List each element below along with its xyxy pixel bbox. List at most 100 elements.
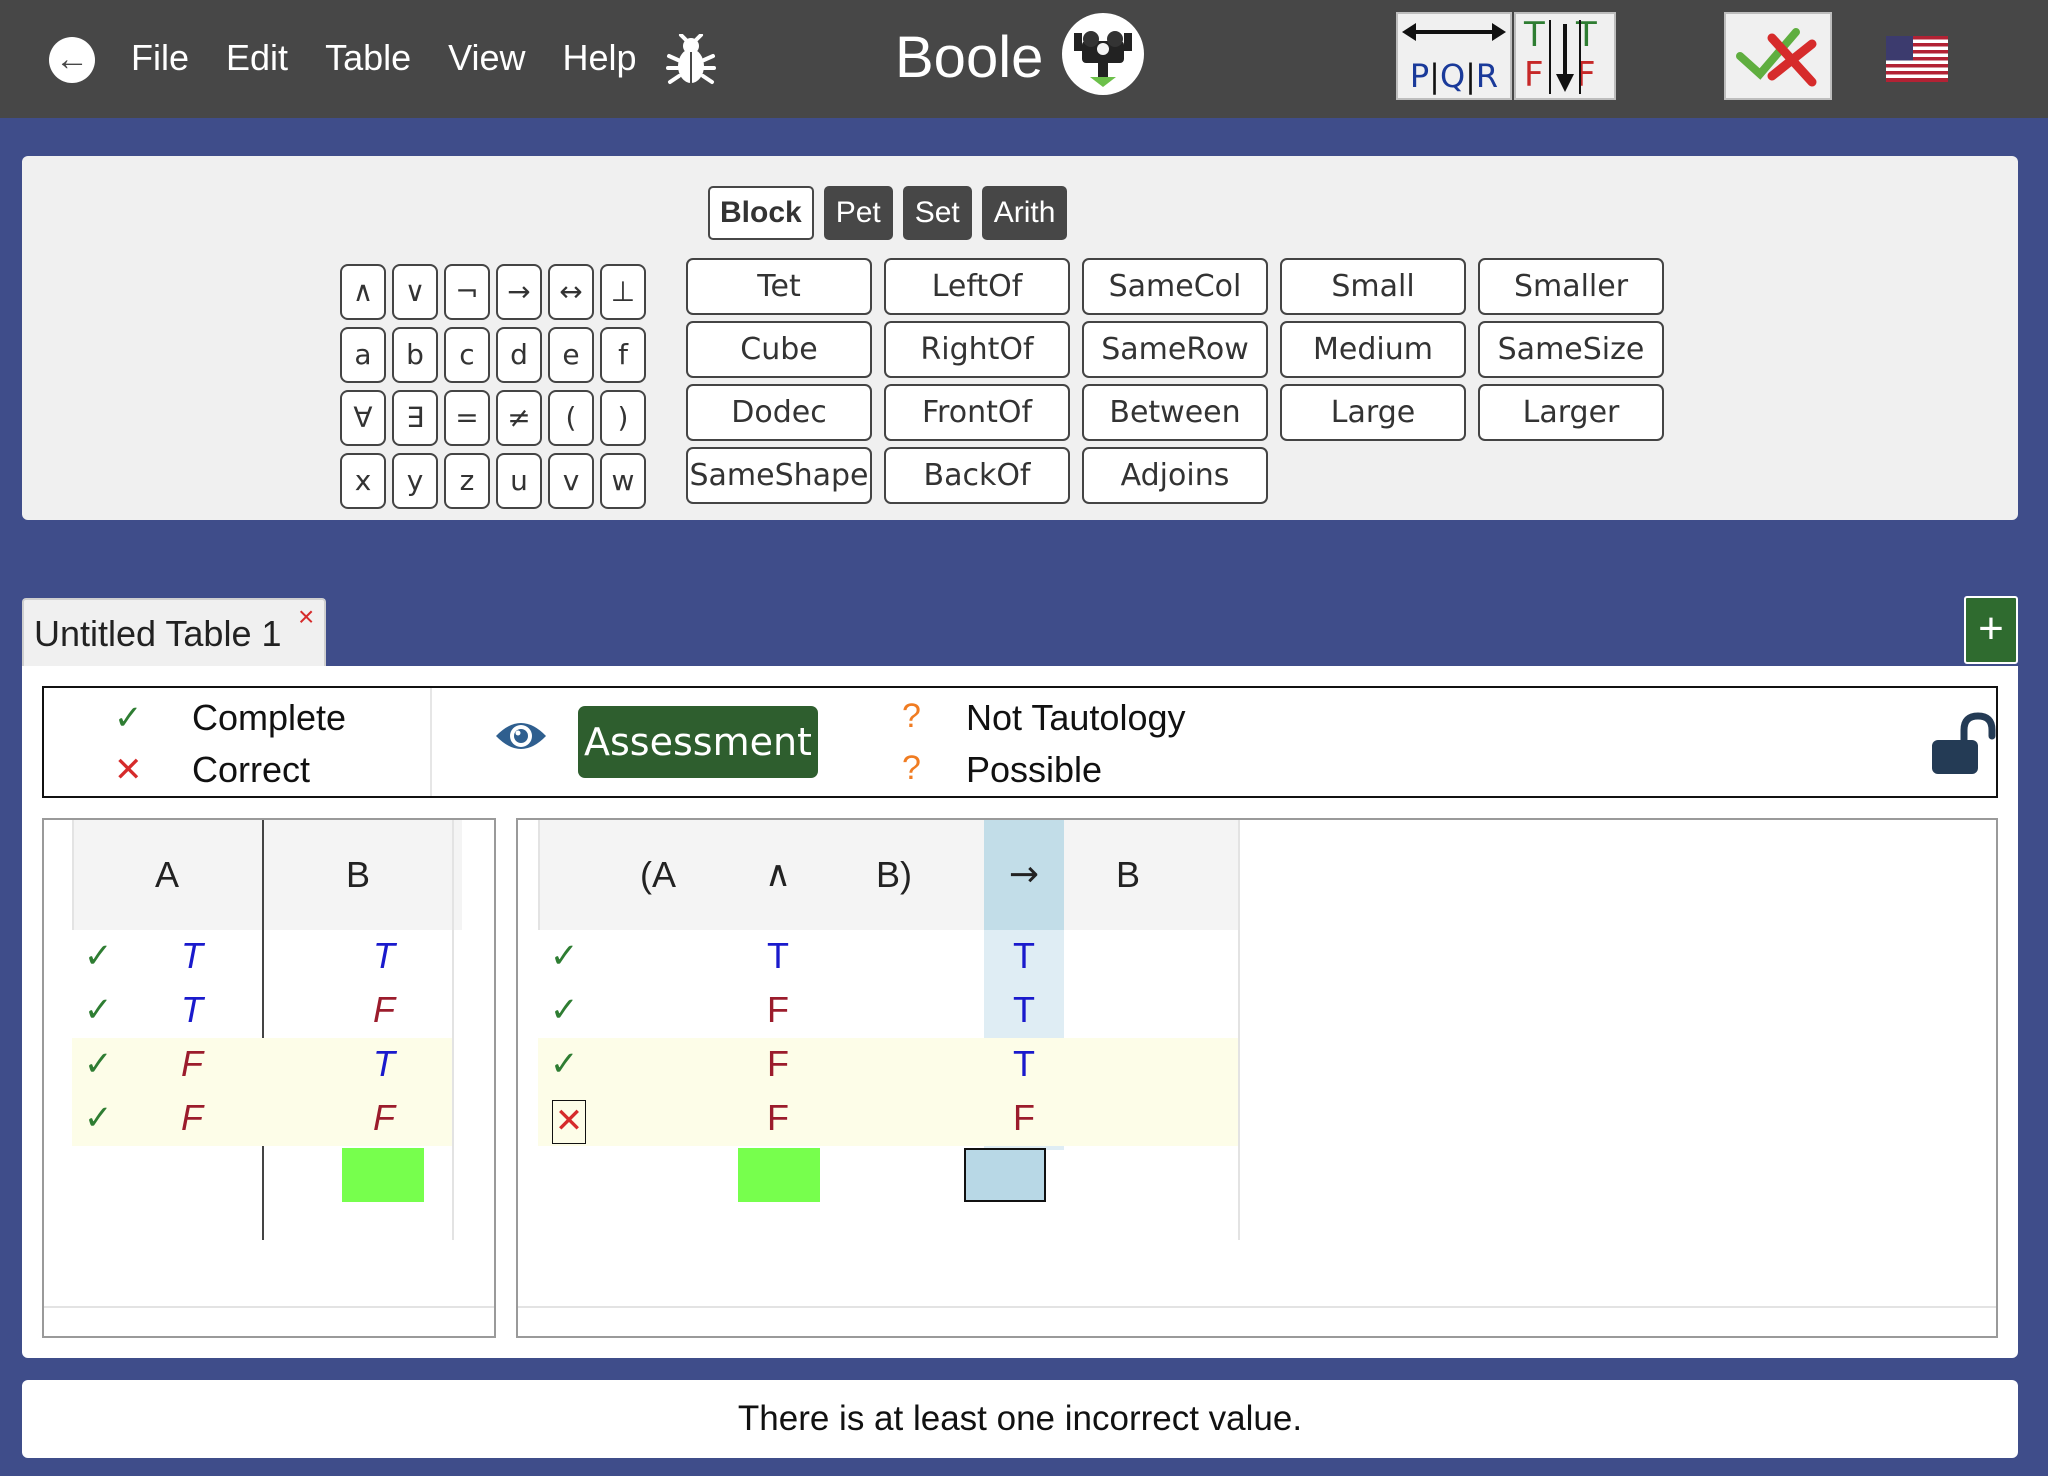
us-flag-icon[interactable] [1886,36,1948,82]
fill-values-button[interactable]: T T F F [1514,12,1616,100]
key-and[interactable]: ∧ [340,264,386,320]
bug-icon[interactable] [666,34,716,86]
unlock-icon[interactable] [1930,712,1996,776]
pred-samerow[interactable]: SameRow [1082,321,1268,378]
key-left-paren[interactable]: ( [548,390,594,446]
key-z[interactable]: z [444,453,490,509]
key-implies[interactable]: → [496,264,542,320]
menu-help[interactable]: Help [563,34,637,82]
cell-a-row-2[interactable]: T [162,984,222,1036]
pred-between[interactable]: Between [1082,384,1268,441]
cell-a-row-1[interactable]: T [162,930,222,982]
formula-token-lparen-a[interactable]: (A [608,820,708,930]
predicate-keys: Tet LeftOf SameCol Small Smaller Cube Ri… [686,258,1664,504]
eye-icon[interactable] [494,716,548,756]
pred-smaller[interactable]: Smaller [1478,258,1664,315]
tab-block[interactable]: Block [708,186,814,240]
possible-question-icon: ? [902,749,921,787]
tab-arith[interactable]: Arith [981,186,1068,240]
formula-token-b[interactable]: B [1078,820,1178,930]
main-row-1[interactable]: T [984,930,1064,982]
key-not[interactable]: ¬ [444,264,490,320]
add-table-button[interactable]: + [1964,596,2018,664]
menu-edit[interactable]: Edit [226,34,288,82]
pred-large[interactable]: Large [1280,384,1466,441]
close-tab-icon[interactable]: × [298,600,314,634]
pred-tet[interactable]: Tet [686,258,872,315]
key-equals[interactable]: = [444,390,490,446]
pred-samecol[interactable]: SameCol [1082,258,1268,315]
tab-untitled-table[interactable]: Untitled Table 1 × [22,598,326,666]
main-row-4[interactable]: F [984,1092,1064,1144]
back-arrow-icon[interactable]: ← [49,37,95,83]
formula-row-1-check-icon: ✓ [550,937,579,975]
menu-table[interactable]: Table [325,34,411,82]
pred-larger[interactable]: Larger [1478,384,1664,441]
pred-samesize[interactable]: SameSize [1478,321,1664,378]
key-y[interactable]: y [392,453,438,509]
cell-a-row-3[interactable]: F [162,1038,222,1090]
key-exists[interactable]: ∃ [392,390,438,446]
cell-a-row-4[interactable]: F [162,1092,222,1144]
formula-token-b-rparen[interactable]: B) [844,820,944,930]
complete-label: Complete [192,697,347,738]
pred-rightof[interactable]: RightOf [884,321,1070,378]
pred-backof[interactable]: BackOf [884,447,1070,504]
cell-b-row-3[interactable]: T [354,1038,414,1090]
key-v[interactable]: v [548,453,594,509]
toggle-assessment-button[interactable] [1724,12,1832,100]
key-forall[interactable]: ∀ [340,390,386,446]
tab-pet[interactable]: Pet [823,186,893,240]
conj-row-4[interactable]: F [738,1092,818,1144]
pred-sameshape[interactable]: SameShape [686,447,872,504]
header-a[interactable]: A [72,820,262,930]
main-row-3[interactable]: T [984,1038,1064,1090]
key-right-paren[interactable]: ) [600,390,646,446]
tab-set[interactable]: Set [902,186,972,240]
pred-adjoins[interactable]: Adjoins [1082,447,1268,504]
formula-row-3-check-icon: ✓ [550,1045,579,1083]
key-w[interactable]: w [600,453,646,509]
possible-label: Possible [966,749,1103,790]
cell-b-row-2[interactable]: F [354,984,414,1036]
pred-leftof[interactable]: LeftOf [884,258,1070,315]
app-title: Boole [895,25,1044,90]
key-or[interactable]: ∨ [392,264,438,320]
column-arrangement-button[interactable]: P|Q|R [1396,12,1512,100]
conj-row-1[interactable]: T [738,930,818,982]
key-e[interactable]: e [548,327,594,383]
key-not-equals[interactable]: ≠ [496,390,542,446]
main-connective-marker[interactable] [964,1148,1046,1202]
key-a[interactable]: a [340,327,386,383]
key-d[interactable]: d [496,327,542,383]
cell-b-row-1[interactable]: T [354,930,414,982]
status-divider [430,688,432,796]
status-box: ✓ Complete ✕ Correct Assessment ? Not Ta… [42,686,1998,798]
status-message: There is at least one incorrect value. [737,1399,1303,1438]
menu-view[interactable]: View [448,34,525,82]
key-iff[interactable]: ↔ [548,264,594,320]
conj-row-2[interactable]: F [738,984,818,1036]
key-c[interactable]: c [444,327,490,383]
pred-medium[interactable]: Medium [1280,321,1466,378]
conj-row-3[interactable]: F [738,1038,818,1090]
pred-small[interactable]: Small [1280,258,1466,315]
menu-file[interactable]: File [131,34,189,82]
main-row-2[interactable]: T [984,984,1064,1036]
cell-b-row-4[interactable]: F [354,1092,414,1144]
key-bottom[interactable]: ⊥ [600,264,646,320]
pred-frontof[interactable]: FrontOf [884,384,1070,441]
key-x[interactable]: x [340,453,386,509]
key-u[interactable]: u [496,453,542,509]
formula-token-and[interactable]: ∧ [728,820,828,930]
assessment-button[interactable]: Assessment [578,706,818,778]
pred-cube[interactable]: Cube [686,321,872,378]
tautology-question-icon: ? [902,697,921,735]
key-f[interactable]: f [600,327,646,383]
header-b[interactable]: B [264,820,452,930]
pred-dodec[interactable]: Dodec [686,384,872,441]
complete-check-icon: ✓ [114,699,143,737]
key-b[interactable]: b [392,327,438,383]
formula-token-implies[interactable]: → [984,820,1064,930]
row-3-check-icon: ✓ [84,1045,113,1083]
